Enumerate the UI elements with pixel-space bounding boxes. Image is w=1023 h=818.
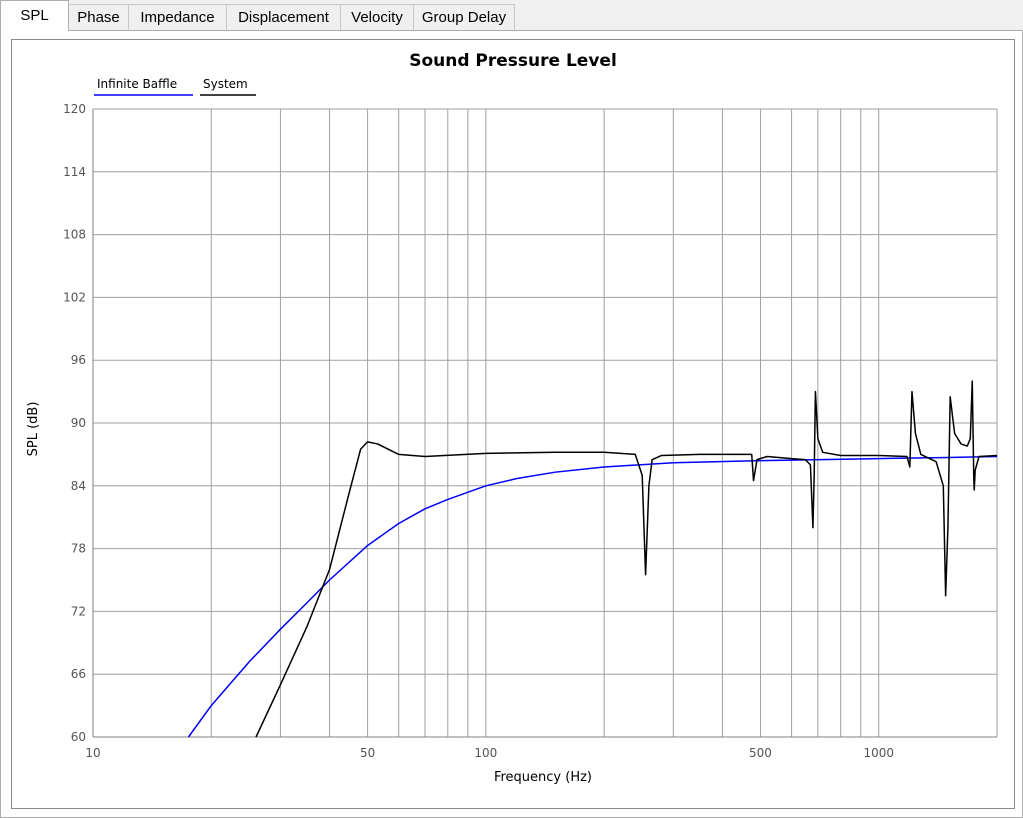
x-tick-label-10: 10 [85, 746, 100, 760]
tab-group-delay[interactable]: Group Delay [413, 4, 515, 30]
y-tick-label-72: 72 [71, 604, 86, 618]
y-tick-label-108: 108 [63, 228, 86, 242]
y-tick-label-66: 66 [71, 667, 86, 681]
y-tick-label-102: 102 [63, 290, 86, 304]
x-tick-label-100: 100 [474, 746, 497, 760]
y-tick-label-114: 114 [63, 165, 86, 179]
chart-title: Sound Pressure Level [409, 51, 617, 71]
tab-displacement[interactable]: Displacement [226, 4, 341, 30]
y-tick-label-96: 96 [71, 353, 86, 367]
y-axis-label: SPL (dB) [26, 402, 41, 457]
tab-impedance[interactable]: Impedance [128, 4, 227, 30]
x-tick-labels: 10 50 100 500 1000 [85, 746, 894, 760]
spl-chart: 60 66 72 78 84 90 96 102 108 114 120 10 50 100 500 100… [26, 51, 998, 785]
tab-phase[interactable]: Phase [68, 4, 129, 30]
x-tick-label-1000: 1000 [863, 746, 894, 760]
tab-panel: 60 66 72 78 84 90 96 102 108 114 120 10 50 100 500 100… [0, 30, 1023, 818]
y-tick-label-78: 78 [71, 542, 86, 556]
tab-bar: SPL Phase Impedance Displacement Velocit… [0, 0, 1023, 31]
legend-label-system: System [203, 77, 248, 91]
x-tick-label-500: 500 [749, 746, 772, 760]
legend: Infinite Baffle System [94, 77, 256, 96]
grid [92, 108, 998, 738]
y-tick-labels: 60 66 72 78 84 90 96 102 108 114 120 [63, 102, 86, 744]
tab-velocity[interactable]: Velocity [340, 4, 414, 30]
y-tick-label-60: 60 [71, 730, 86, 744]
series-line-infinite-baffle [187, 455, 998, 738]
y-tick-label-90: 90 [71, 416, 86, 430]
series-lines [187, 380, 998, 738]
legend-label-infinite-baffle: Infinite Baffle [97, 77, 177, 91]
chart-container: 60 66 72 78 84 90 96 102 108 114 120 10 50 100 500 100… [11, 39, 1015, 809]
tab-spl[interactable]: SPL [0, 0, 69, 31]
y-tick-label-84: 84 [71, 479, 86, 493]
x-tick-label-50: 50 [360, 746, 375, 760]
x-axis-label: Frequency (Hz) [494, 770, 592, 785]
y-tick-label-120: 120 [63, 102, 86, 116]
